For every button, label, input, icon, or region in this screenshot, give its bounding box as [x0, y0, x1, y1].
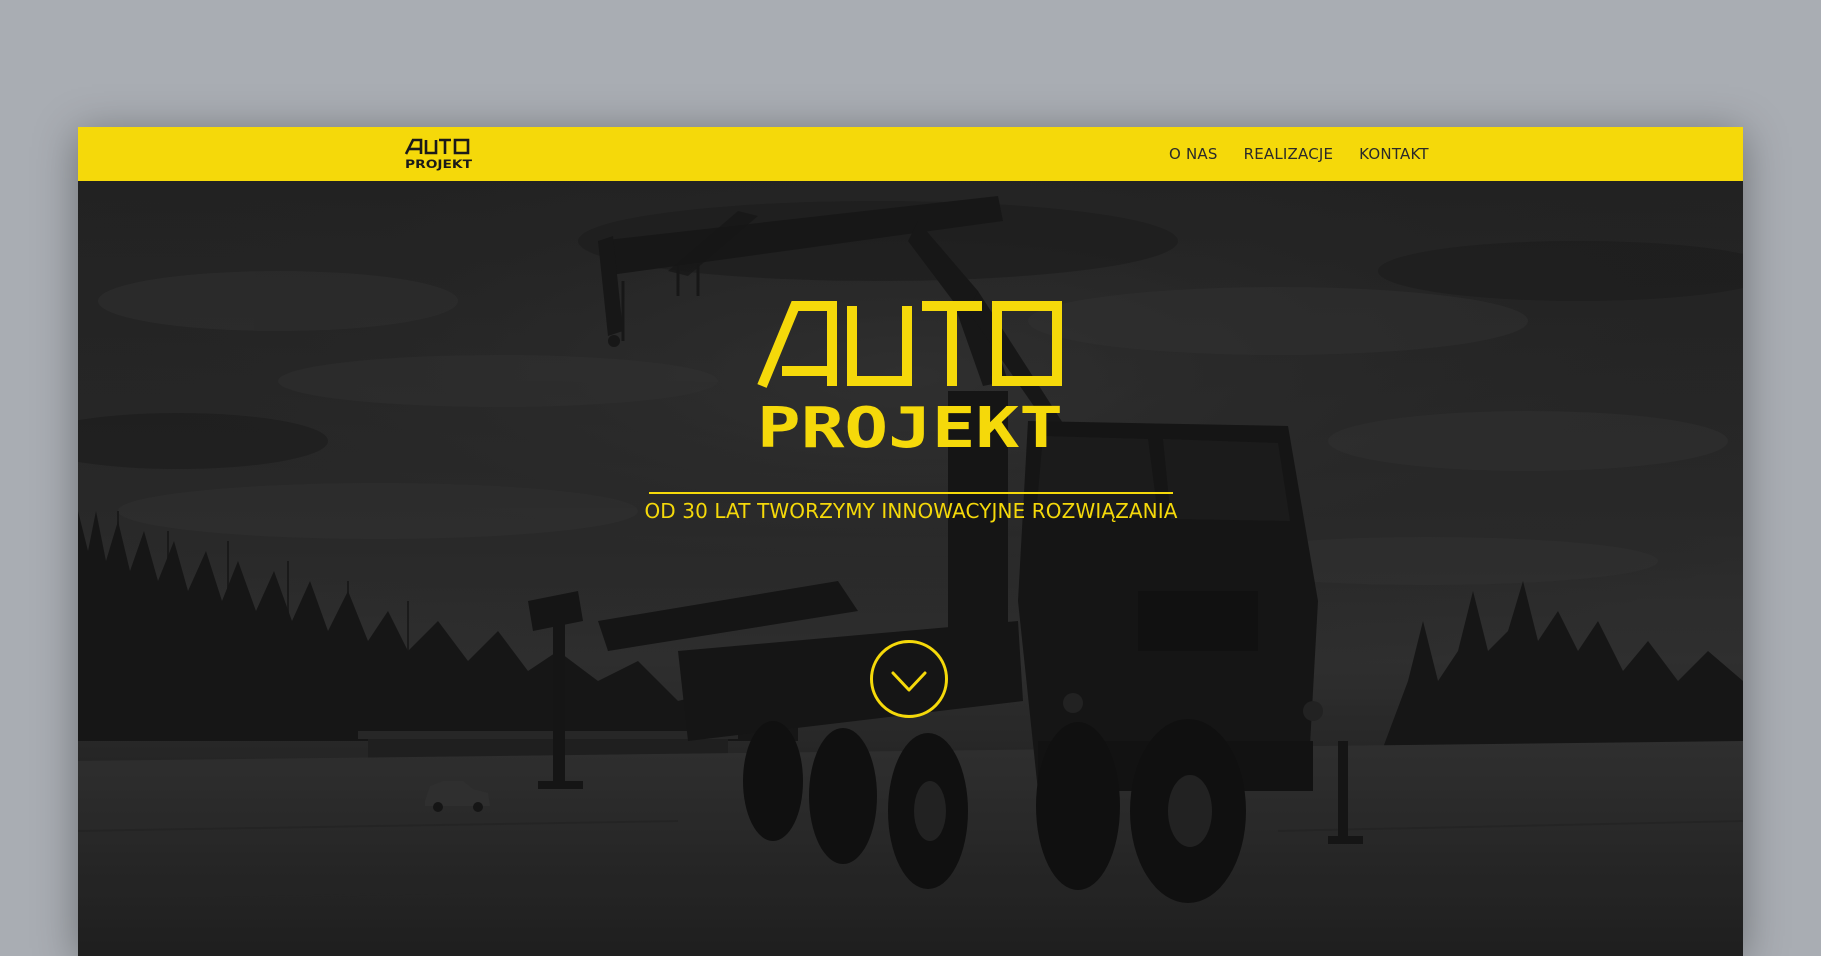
top-navbar: PROJEKT O NAS REALIZACJE KONTAKT: [78, 127, 1743, 181]
svg-text:PROJEKT: PROJEKT: [405, 157, 472, 171]
tagline-divider: [649, 492, 1173, 494]
hero-background-image: [78, 181, 1743, 956]
hero-logo: PROJEKT: [757, 301, 1063, 461]
nav-item-realizacje[interactable]: REALIZACJE: [1231, 145, 1347, 163]
hero-section: PROJEKT OD 30 LAT TWORZYMY INNOWACYJNE R…: [78, 181, 1743, 956]
scroll-down-button[interactable]: [870, 640, 948, 718]
autoprojekt-logo-icon: PROJEKT: [404, 138, 472, 171]
nav-item-kontakt[interactable]: KONTAKT: [1346, 145, 1442, 163]
hero-tagline: OD 30 LAT TWORZYMY INNOWACYJNE ROZWIĄZAN…: [644, 499, 1178, 523]
autoprojekt-hero-logo-icon: PROJEKT: [757, 301, 1063, 461]
nav-item-o-nas[interactable]: O NAS: [1156, 145, 1231, 163]
website-frame: PROJEKT O NAS REALIZACJE KONTAKT PROJEKT…: [78, 127, 1743, 956]
chevron-down-icon: [891, 671, 927, 692]
header-logo[interactable]: PROJEKT: [404, 137, 474, 171]
svg-text:PROJEKT: PROJEKT: [757, 396, 1063, 451]
main-nav: O NAS REALIZACJE KONTAKT: [1156, 127, 1442, 181]
